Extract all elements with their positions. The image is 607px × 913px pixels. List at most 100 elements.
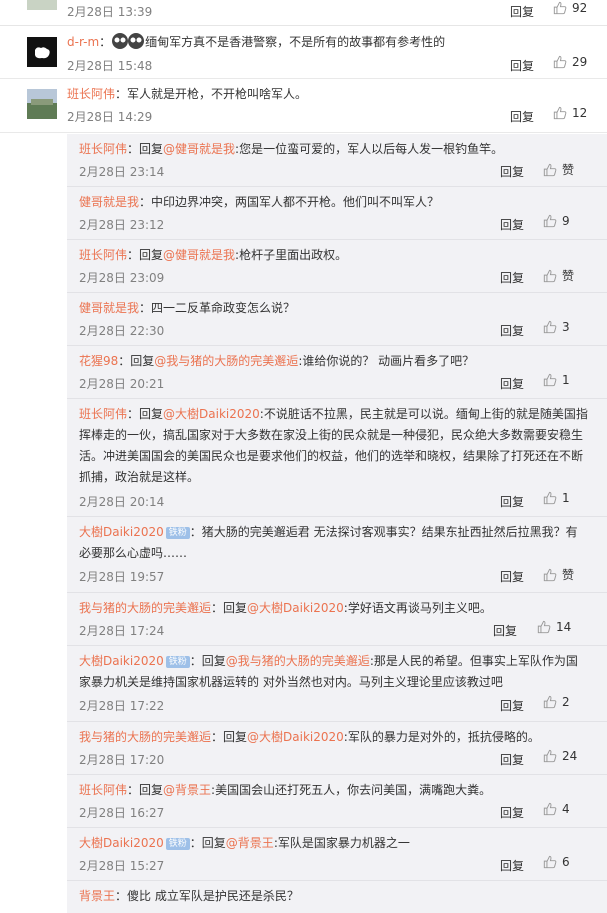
reply-author[interactable]: 健哥就是我 (79, 195, 139, 209)
like-button[interactable]: 2 (543, 695, 570, 709)
reply-author[interactable]: 花猩98 (79, 354, 118, 368)
reply-item: 班长阿伟：回复@大樹Daiki2020:不说脏话不拉黑，民主就是可以说。缅甸上街… (67, 399, 607, 517)
like-count: 14 (556, 620, 572, 634)
mention-link[interactable]: @我与猪的大肠的完美邂逅 (226, 654, 370, 668)
reply-item: 健哥就是我：四一二反革命政变怎么说？ 2月28日 22:30 回复 3 (67, 293, 607, 346)
comment-item: d-r-m： 缅甸军方真不是香港警察，不是所有的故事都有参考性的 2月28日 1… (0, 26, 607, 79)
thumbs-up-icon (543, 163, 557, 176)
mention-link[interactable]: @我与猪的大肠的完美邂逅 (154, 354, 298, 368)
reply-text: :谁给你说的？ 动画片看多了吧？ (298, 354, 475, 368)
reply-text: :您是一位蛮可爱的，军人以后每人发一根钓鱼竿。 (235, 142, 504, 156)
reply-item: 大樹Daiki2020 铁粉 ：回复@我与猪的大肠的完美邂逅:那是人民的希望。但事实… (67, 646, 607, 722)
reply-item: 大樹Daiki2020 铁粉 ：猪大肠的完美邂逅君 无法探讨客观事实？结果东扯西扯然… (67, 517, 607, 593)
like-button[interactable]: 赞 (543, 267, 574, 284)
reply-button[interactable]: 回复 (493, 622, 517, 639)
like-button[interactable]: 9 (543, 214, 570, 228)
mention-link[interactable]: @大樹Daiki2020 (163, 407, 260, 421)
like-button[interactable]: 赞 (543, 566, 574, 583)
avatar[interactable] (27, 0, 57, 10)
fan-badge: 铁粉 (165, 656, 190, 668)
like-count: 2 (562, 695, 570, 709)
reply-author[interactable]: 健哥就是我 (79, 301, 139, 315)
comment-item: 2月28日 13:39 回复 92 (0, 0, 607, 26)
reply-author[interactable]: 我与猪的大肠的完美邂逅 (79, 730, 211, 744)
reply-text: :美国国会山还打死五人，你去问美国，满嘴跑大粪。 (211, 783, 492, 797)
like-count: 1 (562, 373, 570, 387)
reply-author[interactable]: 班长阿伟 (79, 248, 127, 262)
fan-badge: 铁粉 (165, 527, 190, 539)
reply-item: 大樹Daiki2020 铁粉 ：回复@背景王:军队是国家暴力机器之一 2月28日 1… (67, 828, 607, 881)
reply-button[interactable]: 回复 (500, 568, 524, 585)
reply-text: :枪杆子里面出政权。 (235, 248, 348, 262)
reply-button[interactable]: 回复 (500, 269, 524, 286)
like-button[interactable]: 12 (553, 106, 587, 120)
avatar[interactable] (27, 89, 57, 119)
like-count: 29 (572, 55, 588, 69)
comment-author[interactable]: d-r-m (67, 35, 99, 49)
thumbs-up-icon (543, 568, 557, 581)
reply-time: 2月28日 23:14 (79, 165, 165, 179)
reply-author[interactable]: 我与猪的大肠的完美邂逅 (79, 601, 211, 615)
like-button[interactable]: 1 (543, 373, 570, 387)
reply-button[interactable]: 回复 (500, 375, 524, 392)
thumbs-up-icon (537, 620, 551, 634)
like-button[interactable]: 6 (543, 855, 570, 869)
like-button[interactable]: 14 (537, 620, 571, 634)
like-count: 3 (562, 320, 570, 334)
thumbs-up-icon (543, 855, 557, 869)
like-button[interactable]: 赞 (543, 161, 574, 178)
reply-author[interactable]: 班长阿伟 (79, 783, 127, 797)
like-button[interactable]: 4 (543, 802, 570, 816)
reply-text: :学好语文再谈马列主义吧。 (343, 601, 492, 615)
reply-button[interactable]: 回复 (500, 322, 524, 339)
reply-time: 2月28日 20:14 (79, 495, 165, 509)
reply-text: 四一二反革命政变怎么说？ (151, 301, 296, 315)
reply-button[interactable]: 回复 (510, 3, 534, 20)
thumbs-up-icon (543, 491, 557, 505)
like-button[interactable]: 92 (553, 1, 587, 15)
mention-link[interactable]: @大樹Daiki2020 (247, 601, 344, 615)
reply-text: :军队是国家暴力机器之一 (273, 836, 410, 850)
like-button[interactable]: 1 (543, 491, 570, 505)
mention-link[interactable]: @健哥就是我 (163, 142, 235, 156)
reply-button[interactable]: 回复 (500, 697, 524, 714)
like-button[interactable]: 24 (543, 749, 577, 763)
reply-button[interactable]: 回复 (510, 57, 534, 74)
reply-item: 我与猪的大肠的完美邂逅：回复@大樹Daiki2020:军队的暴力是对外的，抵抗侵… (67, 722, 607, 775)
fan-badge: 铁粉 (165, 838, 190, 850)
thumbs-up-icon (543, 802, 557, 816)
reply-button[interactable]: 回复 (500, 804, 524, 821)
mention-link[interactable]: @背景王 (226, 836, 274, 850)
comment-author[interactable]: 班长阿伟 (67, 87, 115, 101)
mention-link[interactable]: @健哥就是我 (163, 248, 235, 262)
reply-button[interactable]: 回复 (510, 108, 534, 125)
reply-time: 2月28日 22:30 (79, 324, 165, 338)
comment-list: 2月28日 13:39 回复 92 d-r-m： 缅甸军方真不是香港警察，不是所… (0, 0, 607, 913)
like-count: 赞 (562, 269, 575, 283)
avatar[interactable] (27, 37, 57, 67)
reply-button[interactable]: 回复 (500, 216, 524, 233)
reply-author[interactable]: 班长阿伟 (79, 142, 127, 156)
reply-button[interactable]: 回复 (500, 751, 524, 768)
reply-author[interactable]: 班长阿伟 (79, 407, 127, 421)
like-button[interactable]: 3 (543, 320, 570, 334)
reply-author[interactable]: 大樹Daiki2020 (79, 654, 164, 668)
reply-author[interactable]: 大樹Daiki2020 (79, 525, 164, 539)
reply-button[interactable]: 回复 (500, 857, 524, 874)
mention-link[interactable]: @背景王 (163, 783, 211, 797)
like-count: 92 (572, 1, 588, 15)
reply-button[interactable]: 回复 (500, 493, 524, 510)
reply-text: 傻比 成立军队是护民还是杀民？ (127, 889, 299, 903)
like-count: 12 (572, 106, 588, 120)
like-count: 9 (562, 214, 570, 228)
reply-time: 2月28日 23:09 (79, 271, 165, 285)
reply-author[interactable]: 大樹Daiki2020 (79, 836, 164, 850)
reply-item: 班长阿伟：回复@健哥就是我:枪杆子里面出政权。 2月28日 23:09 回复 赞 (67, 240, 607, 293)
mention-link[interactable]: @大樹Daiki2020 (247, 730, 344, 744)
reply-author[interactable]: 背景王 (79, 889, 115, 903)
like-button[interactable]: 29 (553, 55, 587, 69)
thumbs-up-icon (543, 749, 557, 763)
reply-button[interactable]: 回复 (500, 163, 524, 180)
thumbs-up-icon (553, 1, 567, 15)
thumbs-up-icon (553, 55, 567, 69)
